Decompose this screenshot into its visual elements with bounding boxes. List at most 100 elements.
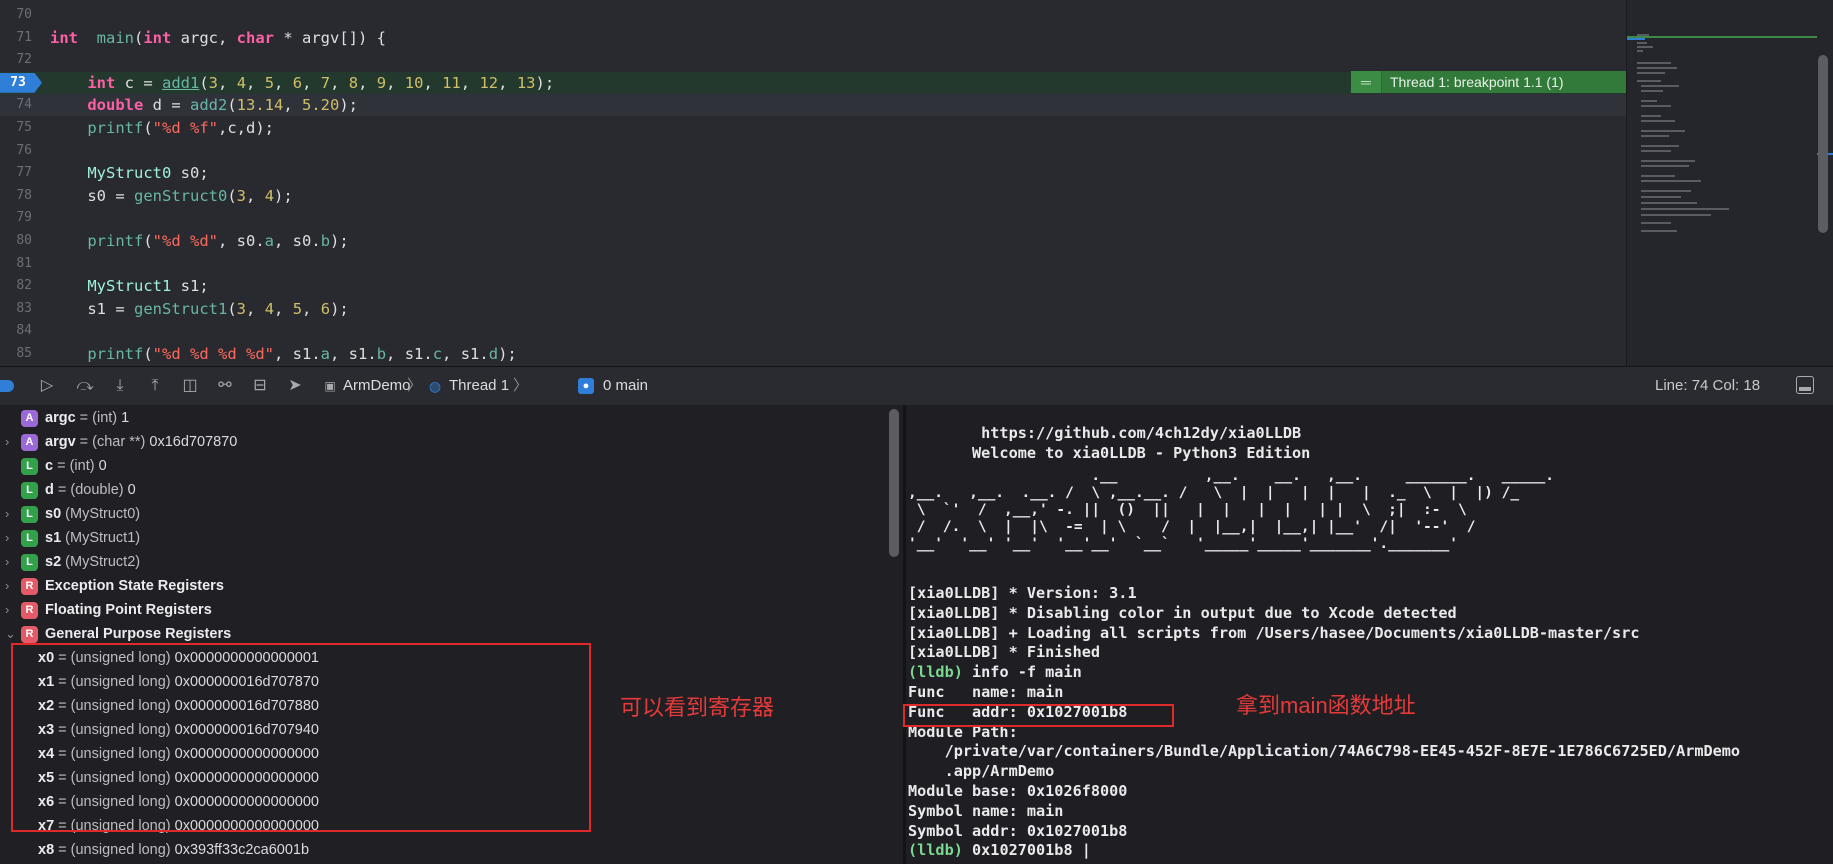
variable-text: c = (int) 0: [45, 454, 107, 478]
cursor-position-status: Line: 74 Col: 18: [1655, 377, 1761, 394]
minimap-line: [1637, 42, 1647, 44]
variable-value: 0x16d707870: [145, 434, 238, 450]
minimap[interactable]: [1626, 0, 1833, 366]
console-text: Func name: main: [908, 683, 1064, 701]
variable-text: d = (double) 0: [45, 478, 136, 502]
lines-icon: ═: [1351, 71, 1382, 93]
minimap-line: [1637, 46, 1653, 48]
minimap-line: [1641, 115, 1661, 117]
console-line: Symbol addr: 0x1027001b8: [908, 821, 1127, 841]
code-text: printf("%d %f",c,d);: [87, 119, 274, 137]
code-line[interactable]: 72: [0, 49, 1626, 71]
minimap-line: [1641, 190, 1691, 192]
minimap-line: [1641, 230, 1677, 232]
minimap-line: [1641, 135, 1669, 137]
variable-kind-badge: L: [21, 506, 38, 523]
line-number: 80: [16, 233, 32, 248]
line-number: 72: [16, 52, 32, 68]
lldb-console[interactable]: https://github.com/4ch12dy/xia0LLDB Welc…: [906, 405, 1833, 864]
code-line[interactable]: 70: [0, 4, 1626, 26]
console-line: /private/var/containers/Bundle/Applicati…: [908, 741, 1741, 761]
step-into-icon[interactable]: ⤓: [110, 376, 130, 396]
toggle-debug-area-indicator[interactable]: [0, 380, 14, 392]
code-line[interactable]: 71 int main(int argc, char * argv[]) {: [0, 27, 1626, 49]
crumb-frame[interactable]: 0 main: [603, 376, 648, 396]
variables-scrollbar[interactable]: [889, 409, 899, 557]
code-line[interactable]: 76: [0, 140, 1626, 162]
line-number: 77: [16, 165, 32, 181]
code-line[interactable]: 75 printf("%d %f",c,d);: [0, 117, 1626, 139]
register-type: = (unsigned long): [54, 842, 171, 858]
chevron-right-icon[interactable]: ›: [5, 430, 9, 454]
code-line[interactable]: 80 printf("%d %d", s0.a, s0.b);: [0, 230, 1626, 252]
editor-scrollbar[interactable]: [1818, 55, 1828, 233]
code-line[interactable]: 82 MyStruct1 s1;: [0, 275, 1626, 297]
minimap-current-line: [1627, 36, 1817, 38]
minimap-line: [1637, 67, 1677, 69]
minimap-line: [1637, 50, 1643, 52]
code-line[interactable]: 74 double d = add2(13.14, 5.20);: [0, 94, 1626, 117]
variable-kind-badge: A: [21, 434, 38, 451]
memory-graph-icon[interactable]: ⚯: [215, 376, 235, 396]
step-out-icon[interactable]: ⤒: [145, 376, 165, 396]
crumb-thread[interactable]: Thread 1: [449, 376, 509, 396]
code-line[interactable]: 77 MyStruct0 s0;: [0, 162, 1626, 184]
line-number: 83: [16, 300, 32, 316]
minimap-line: [1641, 130, 1685, 132]
console-welcome-line: Welcome to xia0LLDB - Python3 Edition: [908, 444, 1311, 462]
line-number: 85: [16, 346, 32, 361]
line-number: 82: [16, 278, 32, 294]
code-line[interactable]: 78 s0 = genStruct0(3, 4);: [0, 185, 1626, 207]
console-text: Symbol name: main: [908, 801, 1064, 820]
minimap-line: [1641, 160, 1695, 162]
crumb-separator: 〉: [407, 377, 423, 394]
breakpoint-annotation[interactable]: ═ Thread 1: breakpoint 1.1 (1): [1351, 71, 1626, 93]
console-text: info -f main: [962, 663, 1082, 682]
environment-overrides-icon[interactable]: ⊟: [250, 376, 270, 396]
variable-name: General Purpose Registers: [45, 626, 232, 642]
minimap-marker: [1627, 38, 1645, 40]
minimap-line: [1641, 120, 1675, 122]
minimap-line: [1641, 150, 1671, 152]
code-text: printf("%d %d", s0.a, s0.b);: [87, 232, 349, 250]
line-number: 78: [16, 187, 32, 203]
simulate-location-icon[interactable]: ➤: [285, 376, 305, 396]
breakpoint-marker[interactable]: 73: [0, 72, 42, 93]
main-addr-annotation: 拿到main函数地址: [1236, 693, 1416, 718]
variable-kind-badge: R: [21, 578, 38, 595]
line-number: 71: [16, 29, 32, 45]
chevron-right-icon[interactable]: ›: [5, 502, 9, 526]
continue-icon[interactable]: ▷: [37, 376, 57, 396]
variable-type: = (double): [53, 482, 124, 498]
chevron-right-icon[interactable]: ›: [5, 598, 9, 622]
code-line[interactable]: 84: [0, 320, 1626, 342]
console-line: [xia0LLDB] * Disabling color in output d…: [908, 603, 1457, 623]
step-over-icon[interactable]: ⤼: [75, 376, 95, 396]
variable-kind-badge: L: [21, 554, 38, 571]
minimap-line: [1641, 165, 1689, 167]
code-line[interactable]: 79: [0, 207, 1626, 229]
app-icon: ▣: [324, 379, 336, 393]
crumb-target[interactable]: ArmDemo: [343, 376, 411, 396]
code-line[interactable]: 81: [0, 253, 1626, 275]
line-number: 79: [16, 210, 32, 226]
variable-name: Floating Point Registers: [45, 602, 212, 618]
chevron-right-icon[interactable]: ›: [5, 526, 9, 550]
chevron-right-icon[interactable]: ›: [5, 550, 9, 574]
console-text: 0x1027001b8 |: [962, 841, 1091, 860]
variable-type: (MyStruct2): [61, 554, 141, 570]
toggle-console-icon[interactable]: [1796, 376, 1814, 394]
debug-bar: ▷ ⤼ ⤓ ⤒ ◫ ⚯ ⊟ ➤ ▣ ArmDemo 〉 ◍ Thread 1 〉…: [0, 366, 1833, 406]
code-line[interactable]: 85 printf("%d %d %d %d", s1.a, s1.b, s1.…: [0, 343, 1626, 365]
code-line[interactable]: 83 s1 = genStruct1(3, 4, 5, 6);: [0, 298, 1626, 320]
variable-kind-badge: R: [21, 626, 38, 643]
registers-annotation: 可以看到寄存器: [620, 695, 775, 720]
minimap-line: [1641, 105, 1671, 107]
console-text: Symbol addr: 0x1027001b8: [908, 821, 1128, 840]
variable-name: argv: [45, 434, 76, 450]
chevron-right-icon[interactable]: ›: [5, 574, 9, 598]
variable-text: Floating Point Registers: [45, 598, 212, 622]
console-url-line: https://github.com/4ch12dy/xia0LLDB: [908, 424, 1302, 442]
code-editor[interactable]: 70 71 int main(int argc, char * argv[]) {7…: [0, 0, 1626, 366]
view-hierarchy-icon[interactable]: ◫: [180, 376, 200, 396]
